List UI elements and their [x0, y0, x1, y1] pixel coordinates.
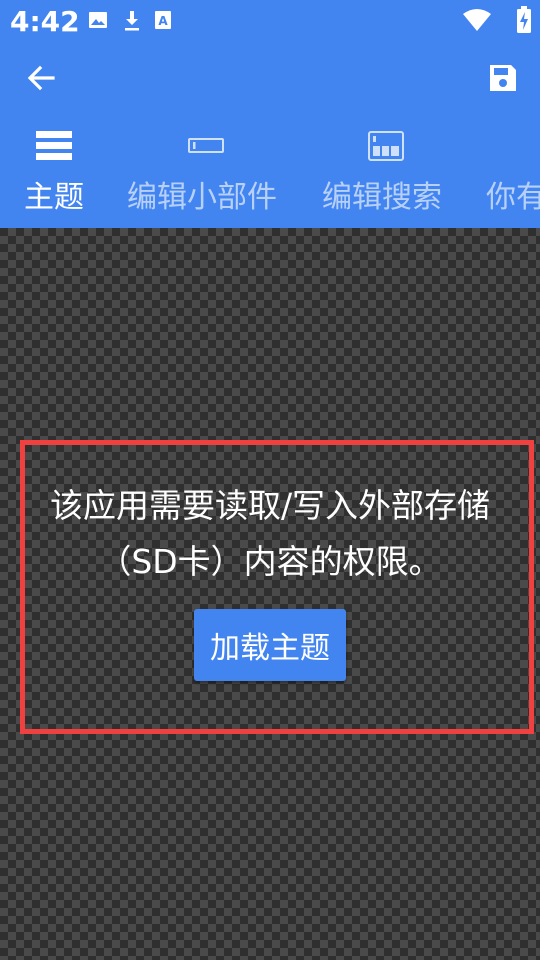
- load-theme-button[interactable]: 加载主题: [194, 609, 346, 681]
- svg-text:A: A: [158, 14, 168, 28]
- tab-edit-search-label: 编辑搜索: [322, 180, 442, 215]
- tab-theme-label: 主题: [24, 180, 84, 215]
- wifi-icon: [463, 9, 491, 31]
- tab-edit-search[interactable]: 编辑搜索: [300, 128, 470, 228]
- download-icon: [125, 11, 139, 31]
- tab-theme[interactable]: 主题: [0, 128, 110, 228]
- battery-charging-icon: [517, 6, 531, 33]
- keyboard-a-icon: A: [155, 11, 171, 29]
- back-arrow-icon[interactable]: [26, 64, 56, 92]
- list-rows-icon: [36, 131, 72, 160]
- permission-message: 该应用需要读取/写入外部存储 （SD卡）内容的权限。: [0, 478, 540, 590]
- tab-edit-widget[interactable]: 编辑小部件: [110, 128, 300, 228]
- save-icon[interactable]: [488, 63, 518, 93]
- grid-search-icon: [368, 131, 404, 161]
- permission-message-line-1: 该应用需要读取/写入外部存储: [49, 486, 491, 525]
- tab-edit-widget-label: 编辑小部件: [127, 180, 277, 215]
- tab-partial[interactable]: 你有: [470, 128, 540, 228]
- app-bar: 4:42 A 主题 编辑小部件 编辑搜索 你有: [0, 0, 540, 228]
- widget-bar-icon: [188, 138, 224, 153]
- status-bar: 4:42 A: [0, 0, 540, 44]
- tab-partial-label: 你有: [486, 180, 540, 215]
- status-time: 4:42: [10, 5, 80, 38]
- image-icon: [89, 12, 107, 28]
- permission-message-line-2: （SD卡）内容的权限。: [98, 542, 442, 581]
